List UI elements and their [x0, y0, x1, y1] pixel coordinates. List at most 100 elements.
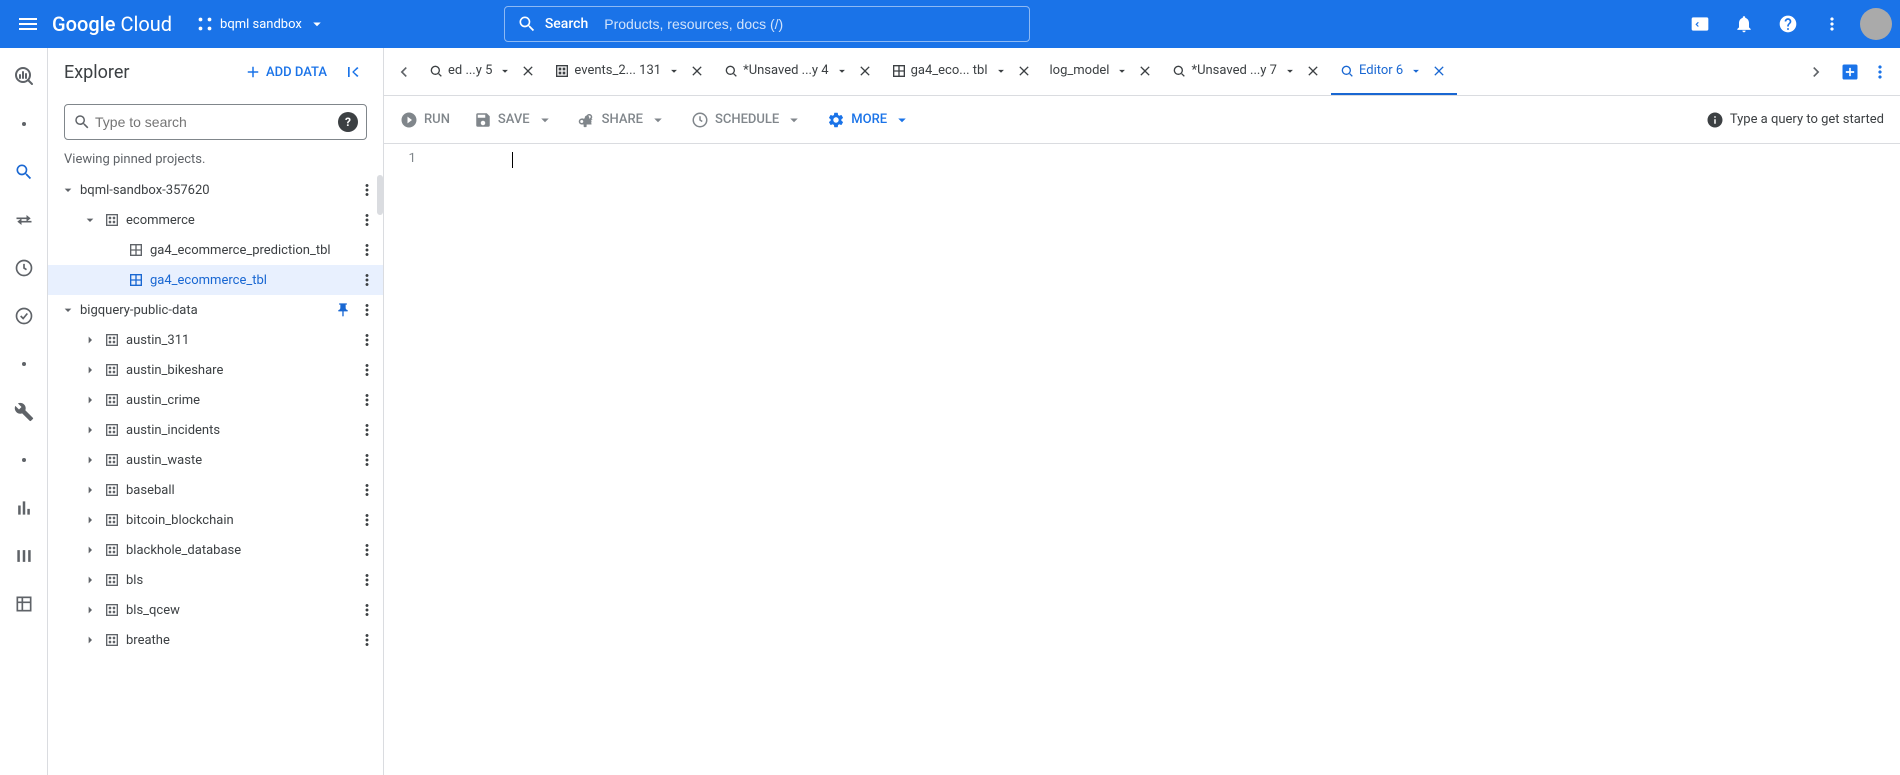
tab-dropdown[interactable] [992, 64, 1010, 78]
tree-node[interactable]: bigquery-public-data [48, 295, 383, 325]
tree-toggle[interactable] [78, 538, 102, 562]
rail-bars-icon[interactable] [4, 536, 44, 576]
main-menu-button[interactable] [8, 4, 48, 44]
node-menu-button[interactable] [355, 538, 379, 562]
tree-toggle[interactable] [78, 628, 102, 652]
tab-dropdown[interactable] [1281, 64, 1299, 78]
node-menu-button[interactable] [355, 208, 379, 232]
node-menu-button[interactable] [355, 268, 379, 292]
editor-tab[interactable]: *Unsaved ...y 4 [715, 49, 883, 95]
explorer-search-input[interactable] [91, 114, 338, 130]
tree-toggle[interactable] [78, 328, 102, 352]
tree-node[interactable]: ecommerce [48, 205, 383, 235]
tree-toggle[interactable] [78, 448, 102, 472]
user-avatar[interactable] [1860, 8, 1892, 40]
tab-dropdown[interactable] [665, 64, 683, 78]
rail-transfers-icon[interactable] [4, 200, 44, 240]
more-button[interactable]: MORE [827, 111, 911, 129]
tree-node[interactable]: bls [48, 565, 383, 595]
tree-node[interactable]: baseball [48, 475, 383, 505]
tree-scrollbar[interactable] [377, 175, 383, 215]
node-menu-button[interactable] [355, 178, 379, 202]
tab-close-button[interactable] [687, 61, 707, 81]
schedule-button[interactable]: SCHEDULE [691, 111, 803, 129]
tree-toggle[interactable] [78, 508, 102, 532]
rail-admin-icon[interactable] [4, 392, 44, 432]
node-menu-button[interactable] [355, 568, 379, 592]
tab-close-button[interactable] [518, 61, 538, 81]
node-menu-button[interactable] [355, 388, 379, 412]
tab-close-button[interactable] [1135, 61, 1155, 81]
collapse-panel-button[interactable] [339, 58, 367, 86]
rail-bi-icon[interactable] [4, 488, 44, 528]
pin-icon[interactable] [331, 302, 355, 318]
notifications-button[interactable] [1724, 4, 1764, 44]
google-cloud-logo[interactable]: Google Google CloudCloud [52, 12, 172, 36]
tree-toggle[interactable] [56, 298, 80, 322]
help-button[interactable] [1768, 4, 1808, 44]
tree-node[interactable]: bls_qcew [48, 595, 383, 625]
tab-dropdown[interactable] [833, 64, 851, 78]
node-menu-button[interactable] [355, 298, 379, 322]
tab-dropdown[interactable] [1407, 64, 1425, 78]
node-menu-button[interactable] [355, 508, 379, 532]
save-button[interactable]: SAVE [474, 111, 554, 129]
explorer-search-box[interactable]: ? [64, 104, 367, 140]
new-tab-button[interactable] [1836, 58, 1864, 86]
tree-node[interactable]: ga4_ecommerce_tbl [48, 265, 383, 295]
node-menu-button[interactable] [355, 328, 379, 352]
rail-table-icon[interactable] [4, 584, 44, 624]
cloud-shell-button[interactable] [1680, 4, 1720, 44]
tree-toggle[interactable] [78, 478, 102, 502]
search-help-icon[interactable]: ? [338, 112, 358, 132]
tree-toggle[interactable] [56, 178, 80, 202]
editor-tab[interactable]: ga4_eco... tbl [883, 49, 1042, 95]
tree-toggle[interactable] [78, 208, 102, 232]
editor-tab[interactable]: Editor 6 [1331, 49, 1457, 95]
code-editor[interactable]: 1 [384, 144, 1900, 775]
node-menu-button[interactable] [355, 418, 379, 442]
editor-tab[interactable]: log_model [1042, 49, 1164, 95]
node-menu-button[interactable] [355, 478, 379, 502]
tree-toggle[interactable] [78, 418, 102, 442]
tab-scroll-right[interactable] [1800, 56, 1832, 88]
tree-node[interactable]: blackhole_database [48, 535, 383, 565]
tab-close-button[interactable] [1303, 61, 1323, 81]
editor-tab[interactable]: ed ...y 5 [420, 49, 546, 95]
tab-close-button[interactable] [1014, 61, 1034, 81]
tree-toggle[interactable] [78, 568, 102, 592]
project-selector[interactable]: bqml sandbox [188, 8, 334, 40]
tab-scroll-left[interactable] [388, 56, 420, 88]
editor-tab[interactable]: events_2... 131 [546, 49, 715, 95]
tab-dropdown[interactable] [1113, 64, 1131, 78]
rail-reservations-icon[interactable] [4, 296, 44, 336]
tree-toggle[interactable] [78, 358, 102, 382]
tree-node[interactable]: austin_waste [48, 445, 383, 475]
tree-node[interactable]: austin_311 [48, 325, 383, 355]
tree-toggle[interactable] [78, 388, 102, 412]
editor-content[interactable] [424, 144, 1900, 775]
tab-close-button[interactable] [855, 61, 875, 81]
tab-close-button[interactable] [1429, 61, 1449, 81]
run-button[interactable]: RUN [400, 111, 450, 129]
search-input[interactable] [604, 16, 1017, 32]
tab-dropdown[interactable] [496, 64, 514, 78]
share-button[interactable]: SHARE [578, 111, 667, 129]
rail-sql-icon[interactable] [4, 152, 44, 192]
tree-node[interactable]: ga4_ecommerce_prediction_tbl [48, 235, 383, 265]
add-data-button[interactable]: ADD DATA [236, 59, 335, 85]
tree-node[interactable]: austin_bikeshare [48, 355, 383, 385]
tree-node[interactable]: breathe [48, 625, 383, 655]
node-menu-button[interactable] [355, 628, 379, 652]
rail-bigquery-icon[interactable] [4, 56, 44, 96]
node-menu-button[interactable] [355, 358, 379, 382]
tree-toggle[interactable] [78, 598, 102, 622]
node-menu-button[interactable] [355, 238, 379, 262]
editor-tab[interactable]: *Unsaved ...y 7 [1163, 49, 1331, 95]
tree-node[interactable]: austin_incidents [48, 415, 383, 445]
tree-node[interactable]: bqml-sandbox-357620 [48, 175, 383, 205]
search-bar[interactable]: Search [504, 6, 1030, 42]
node-menu-button[interactable] [355, 448, 379, 472]
tree-node[interactable]: austin_crime [48, 385, 383, 415]
node-menu-button[interactable] [355, 598, 379, 622]
